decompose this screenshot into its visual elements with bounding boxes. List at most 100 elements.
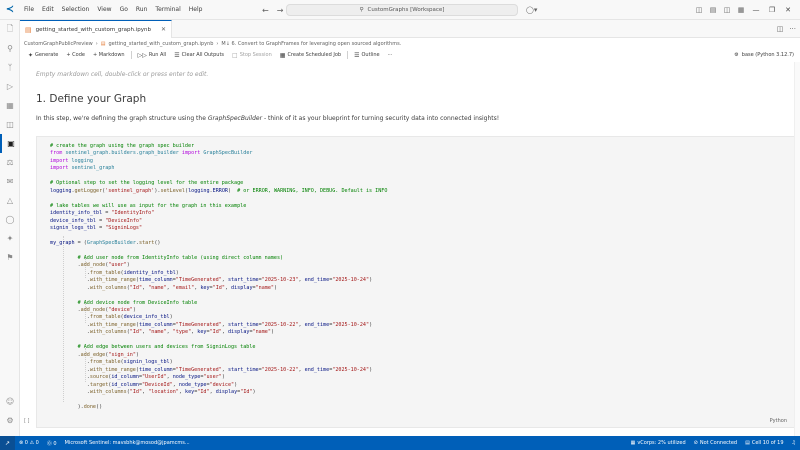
chevron-right-icon: › <box>216 41 219 47</box>
extensions-icon[interactable]: ▦ <box>0 96 20 115</box>
graph-icon[interactable]: ✦ <box>0 229 20 248</box>
close-icon[interactable]: ✕ <box>161 26 166 33</box>
remote-indicator[interactable]: ↗ <box>0 436 16 450</box>
testing-icon[interactable]: ⚖ <box>0 153 20 172</box>
add-code-button[interactable]: + Code <box>62 52 89 58</box>
search-icon[interactable]: ⚲ <box>0 39 20 58</box>
para-text: - think of it as your blueprint for turn… <box>262 115 500 122</box>
calendar-icon: ▦ <box>279 51 286 59</box>
breadcrumb-item[interactable]: CustomGraphPublicPreview <box>24 41 93 47</box>
execution-count: [ ] <box>24 418 30 424</box>
create-job-label: Create Scheduled Job <box>287 52 342 58</box>
notebook-icon: ▤ <box>25 25 32 34</box>
account-indicator[interactable]: Microsoft Sentinel: mavsbhk@mosod@jpamcm… <box>61 440 194 446</box>
kernel-label: base (Python 3.12.7) <box>741 52 794 58</box>
more-label: ··· <box>387 52 393 58</box>
menu-go[interactable]: Go <box>116 0 132 20</box>
tab-label: getting_started_with_custom_graph.ipynb <box>35 26 152 33</box>
para-text: In this step, we're defining the graph s… <box>36 115 208 122</box>
notifications-button[interactable]: ♫ <box>788 440 800 446</box>
problems-label: ⊗ 0 ⚠ 0 <box>19 440 39 446</box>
notebook-icon: ▤ <box>745 440 750 446</box>
source-control-icon[interactable]: ᛉ <box>0 58 20 77</box>
empty-markdown-cell[interactable]: Empty markdown cell, double-click or pre… <box>36 71 208 78</box>
generate-button[interactable]: ✦ Generate <box>24 52 62 59</box>
back-arrow-icon[interactable]: ← <box>262 6 269 15</box>
code-text[interactable]: # create the graph using the graph spec … <box>50 143 387 411</box>
markdown-paragraph: In this step, we're defining the graph s… <box>36 115 499 122</box>
kernel-picker[interactable]: ⚙ base (Python 3.12.7) <box>734 49 794 61</box>
ports-label: ⓪ 0 <box>46 440 57 447</box>
menu-selection[interactable]: Selection <box>58 0 94 20</box>
files-icon[interactable]: 🗋 <box>0 20 20 39</box>
menu-bar: File Edit Selection View Go Run Terminal… <box>20 0 206 20</box>
sentinel-icon[interactable]: ▣ <box>0 134 20 153</box>
outline-label: Outline <box>361 52 380 58</box>
copilot-button[interactable]: ◯▾ <box>526 0 537 20</box>
forward-arrow-icon[interactable]: → <box>277 6 284 15</box>
nav-arrows: ← → <box>262 0 283 20</box>
copilot-icon: ◯▾ <box>526 6 538 14</box>
outline-button[interactable]: ☰ Outline <box>350 52 383 59</box>
command-center-label: CustomGraphs [Workspace] <box>367 7 445 13</box>
gauge-icon: ▦ <box>630 440 636 446</box>
kernel-icon: ⚙ <box>734 52 739 58</box>
vcores-indicator[interactable]: ▦ vCorps: 2% utilized <box>627 440 690 446</box>
restore-icon[interactable]: ❐ <box>764 6 780 14</box>
close-window-icon[interactable]: ✕ <box>780 6 796 14</box>
menu-view[interactable]: View <box>93 0 115 20</box>
tab-notebook[interactable]: ▤ getting_started_with_custom_graph.ipyn… <box>20 20 172 38</box>
add-markdown-button[interactable]: + Markdown <box>89 52 129 58</box>
connection-indicator[interactable]: ⊘ Not Connected <box>690 440 741 446</box>
account-icon[interactable]: ☺ <box>0 392 20 411</box>
stop-session-label: Stop Session <box>239 52 272 58</box>
vcores-label: vCorps: 2% utilized <box>637 440 686 446</box>
minimize-icon[interactable]: — <box>748 6 764 14</box>
ports-indicator[interactable]: ⓪ 0 <box>43 440 61 447</box>
gear-icon[interactable]: ⚙ <box>0 411 20 430</box>
customize-layout-icon[interactable]: ▦ <box>734 6 748 14</box>
cell-label: Cell 10 of 19 <box>751 440 784 446</box>
azure-icon[interactable]: △ <box>0 191 20 210</box>
problems-indicator[interactable]: ⊗ 0 ⚠ 0 <box>15 440 43 446</box>
more-actions-icon[interactable]: ··· <box>789 25 796 33</box>
more-toolbar-button[interactable]: ··· <box>384 52 397 58</box>
bell-icon: ♫ <box>791 440 796 446</box>
create-job-button[interactable]: ▦ Create Scheduled Job <box>276 52 345 59</box>
notebook-icon: ▤ <box>100 41 106 47</box>
toggle-secondary-sidebar-icon[interactable]: ◫ <box>720 6 734 14</box>
run-debug-icon[interactable]: ▷ <box>0 77 20 96</box>
run-all-icon: ▷▷ <box>137 51 147 59</box>
toggle-primary-sidebar-icon[interactable]: ◫ <box>692 6 706 14</box>
toolbar-divider <box>130 51 132 59</box>
editor-scrollbar[interactable] <box>794 62 800 436</box>
run-all-button[interactable]: ▷▷ Run All <box>134 52 171 59</box>
clear-outputs-button[interactable]: ☰ Clear All Outputs <box>170 52 228 59</box>
title-bar: ≺ File Edit Selection View Go Run Termin… <box>0 0 800 20</box>
menu-edit[interactable]: Edit <box>38 0 58 20</box>
shield-icon[interactable]: ⚑ <box>0 248 20 267</box>
clear-outputs-label: Clear All Outputs <box>181 52 225 58</box>
database-icon[interactable]: ◯ <box>0 210 20 229</box>
toolbar-divider <box>347 51 349 59</box>
status-bar: ↗ ⊗ 0 ⚠ 0 ⓪ 0 Microsoft Sentinel: mavsbh… <box>0 436 800 450</box>
split-editor-icon[interactable]: ◫ <box>777 25 784 33</box>
cell-language-label[interactable]: Python <box>770 418 787 424</box>
menu-file[interactable]: File <box>20 0 38 20</box>
stop-session-button[interactable]: □ Stop Session <box>228 52 276 59</box>
menu-terminal[interactable]: Terminal <box>151 0 184 20</box>
notebook-toolbar: ✦ Generate + Code + Markdown ▷▷ Run All … <box>24 49 800 61</box>
chat-icon[interactable]: ✉ <box>0 172 20 191</box>
vscode-logo-icon: ≺ <box>5 4 15 15</box>
breadcrumb-item[interactable]: getting_started_with_custom_graph.ipynb <box>109 41 214 47</box>
code-cell[interactable]: # create the graph using the graph spec … <box>36 136 796 428</box>
remote-explorer-icon[interactable]: ◫ <box>0 115 20 134</box>
toggle-panel-icon[interactable]: ▤ <box>706 6 720 14</box>
menu-run[interactable]: Run <box>132 0 152 20</box>
breadcrumb-item[interactable]: M↓ 6. Convert to GraphFrames for leverag… <box>221 41 401 47</box>
menu-help[interactable]: Help <box>185 0 207 20</box>
command-center[interactable]: ⚲ CustomGraphs [Workspace] <box>286 4 518 16</box>
disconnected-icon: ⊘ <box>693 440 698 446</box>
cell-indicator[interactable]: ▤ Cell 10 of 19 <box>741 440 787 446</box>
notebook-editor: Empty markdown cell, double-click or pre… <box>20 62 796 436</box>
